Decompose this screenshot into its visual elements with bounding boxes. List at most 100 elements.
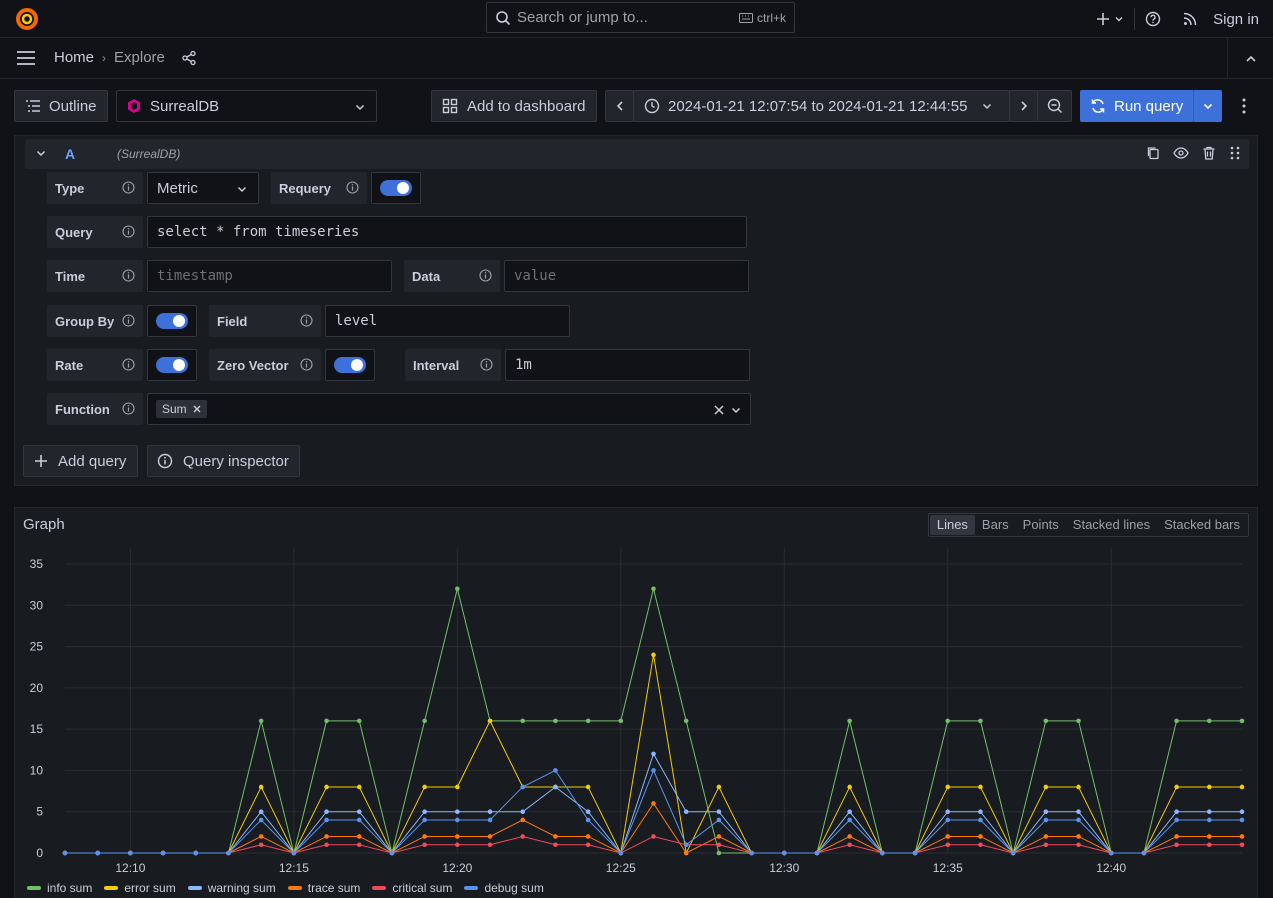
- data-point: [422, 718, 427, 724]
- data-point: [651, 768, 656, 773]
- breadcrumb-bar: Home › Explore: [0, 38, 1273, 79]
- time-field-input[interactable]: timestamp: [147, 260, 392, 292]
- eye-icon[interactable]: [1173, 145, 1189, 161]
- time-back-button[interactable]: [605, 90, 634, 122]
- data-point: [553, 718, 558, 724]
- data-point: [1207, 784, 1212, 790]
- zoom-out-button[interactable]: [1037, 90, 1072, 122]
- data-point: [1043, 817, 1049, 823]
- toggle-switch: [156, 313, 188, 329]
- legend-item[interactable]: warning sum: [187, 881, 276, 895]
- line-chart[interactable]: 0 5 10 15 20 25 30 35 12:10 12:15 12:20 12:25 12:30 1…: [15, 508, 1259, 878]
- run-query-button[interactable]: Run query: [1080, 90, 1194, 122]
- data-point: [716, 842, 722, 848]
- info-circle-icon: [157, 453, 173, 469]
- type-select[interactable]: Metric: [147, 172, 259, 204]
- data-point: [1207, 809, 1212, 815]
- legend-item[interactable]: info sum: [27, 881, 92, 895]
- add-query-button[interactable]: Add query: [23, 445, 138, 477]
- data-point: [945, 817, 951, 823]
- requery-toggle[interactable]: [371, 172, 421, 204]
- data-point: [585, 842, 591, 848]
- rate-toggle[interactable]: [147, 349, 197, 381]
- info-icon: [479, 269, 492, 282]
- y-tick-label: 25: [30, 640, 44, 654]
- rate-label: Rate: [47, 349, 143, 381]
- new-menu-button[interactable]: [1096, 0, 1124, 38]
- legend-item[interactable]: critical sum: [372, 881, 452, 895]
- trash-icon[interactable]: [1201, 145, 1217, 161]
- data-field-input[interactable]: value: [504, 260, 749, 292]
- data-point: [1076, 817, 1081, 823]
- sign-in-link[interactable]: Sign in: [1213, 0, 1259, 38]
- chevron-down-icon: [237, 186, 247, 193]
- copy-icon[interactable]: [1145, 145, 1161, 161]
- field-input[interactable]: level: [325, 305, 570, 337]
- more-options-icon[interactable]: [1241, 98, 1247, 114]
- legend-item[interactable]: debug sum: [464, 881, 544, 895]
- data-point: [978, 784, 983, 790]
- search-input[interactable]: Search or jump to... ctrl+k: [486, 2, 795, 33]
- query-letter[interactable]: A: [65, 146, 75, 162]
- group-by-toggle[interactable]: [147, 305, 197, 337]
- legend-swatch: [104, 886, 119, 890]
- x-tick-label: 12:35: [933, 861, 963, 875]
- data-point: [912, 850, 918, 856]
- breadcrumb-home[interactable]: Home: [54, 49, 94, 66]
- share-icon[interactable]: [181, 50, 197, 66]
- interval-input[interactable]: 1m: [505, 349, 750, 381]
- data-point: [324, 809, 329, 815]
- apps-icon: [442, 98, 458, 114]
- news-button[interactable]: [1183, 0, 1197, 38]
- data-point: [487, 834, 493, 839]
- legend-item[interactable]: trace sum: [287, 881, 360, 895]
- add-to-dashboard-button[interactable]: Add to dashboard: [431, 90, 597, 122]
- graph-panel: Graph Lines Bars Points Stacked lines St…: [14, 507, 1258, 898]
- keyboard-icon: [738, 13, 753, 23]
- data-point: [585, 784, 591, 790]
- data-point: [1207, 834, 1212, 839]
- chevron-up-icon: [1245, 55, 1256, 62]
- search-placeholder: Search or jump to...: [517, 9, 648, 26]
- datasource-picker[interactable]: SurrealDB: [116, 90, 377, 122]
- data-point: [683, 850, 689, 856]
- query-editor-panel: A (SurrealDB) Type Metric Requery Query …: [14, 135, 1258, 486]
- clear-icon[interactable]: [714, 405, 724, 415]
- data-point: [847, 718, 852, 724]
- remove-tag-icon[interactable]: [193, 405, 201, 413]
- data-point: [389, 850, 395, 856]
- chart-legend: info sum error sum warning sum trace sum cri…: [27, 881, 544, 895]
- time-range-picker[interactable]: 2024-01-21 12:07:54 to 2024-01-21 12:44:…: [633, 90, 1010, 122]
- legend-label: debug sum: [484, 881, 544, 895]
- menu-icon[interactable]: [16, 50, 36, 66]
- legend-swatch: [372, 886, 387, 890]
- data-label: Data: [404, 260, 500, 292]
- grafana-logo-icon[interactable]: [14, 6, 40, 32]
- time-forward-button[interactable]: [1009, 90, 1038, 122]
- data-point: [520, 817, 526, 823]
- run-query-options-button[interactable]: [1193, 90, 1222, 122]
- data-point: [978, 834, 983, 839]
- data-point: [356, 842, 362, 848]
- collapse-chevron-icon[interactable]: [35, 147, 47, 159]
- data-point: [356, 718, 362, 724]
- zero-vector-toggle[interactable]: [325, 349, 375, 381]
- query-inspector-button[interactable]: Query inspector: [147, 445, 300, 477]
- query-input[interactable]: select * from timeseries: [147, 216, 747, 248]
- requery-label: Requery: [271, 172, 367, 204]
- data-point: [258, 817, 264, 823]
- legend-item[interactable]: error sum: [104, 881, 176, 895]
- collapse-header-button[interactable]: [1227, 38, 1273, 79]
- drag-handle-icon[interactable]: [1229, 145, 1241, 161]
- x-tick-label: 12:20: [442, 861, 472, 875]
- data-point: [651, 751, 656, 757]
- data-point: [422, 809, 427, 815]
- data-point: [1076, 784, 1081, 790]
- series-line-4: [65, 835, 1242, 854]
- help-icon: [1145, 11, 1161, 27]
- help-button[interactable]: [1145, 0, 1161, 38]
- data-point: [847, 817, 852, 823]
- data-point: [716, 850, 722, 856]
- function-multiselect[interactable]: Sum: [147, 393, 751, 425]
- outline-button[interactable]: Outline: [14, 90, 108, 122]
